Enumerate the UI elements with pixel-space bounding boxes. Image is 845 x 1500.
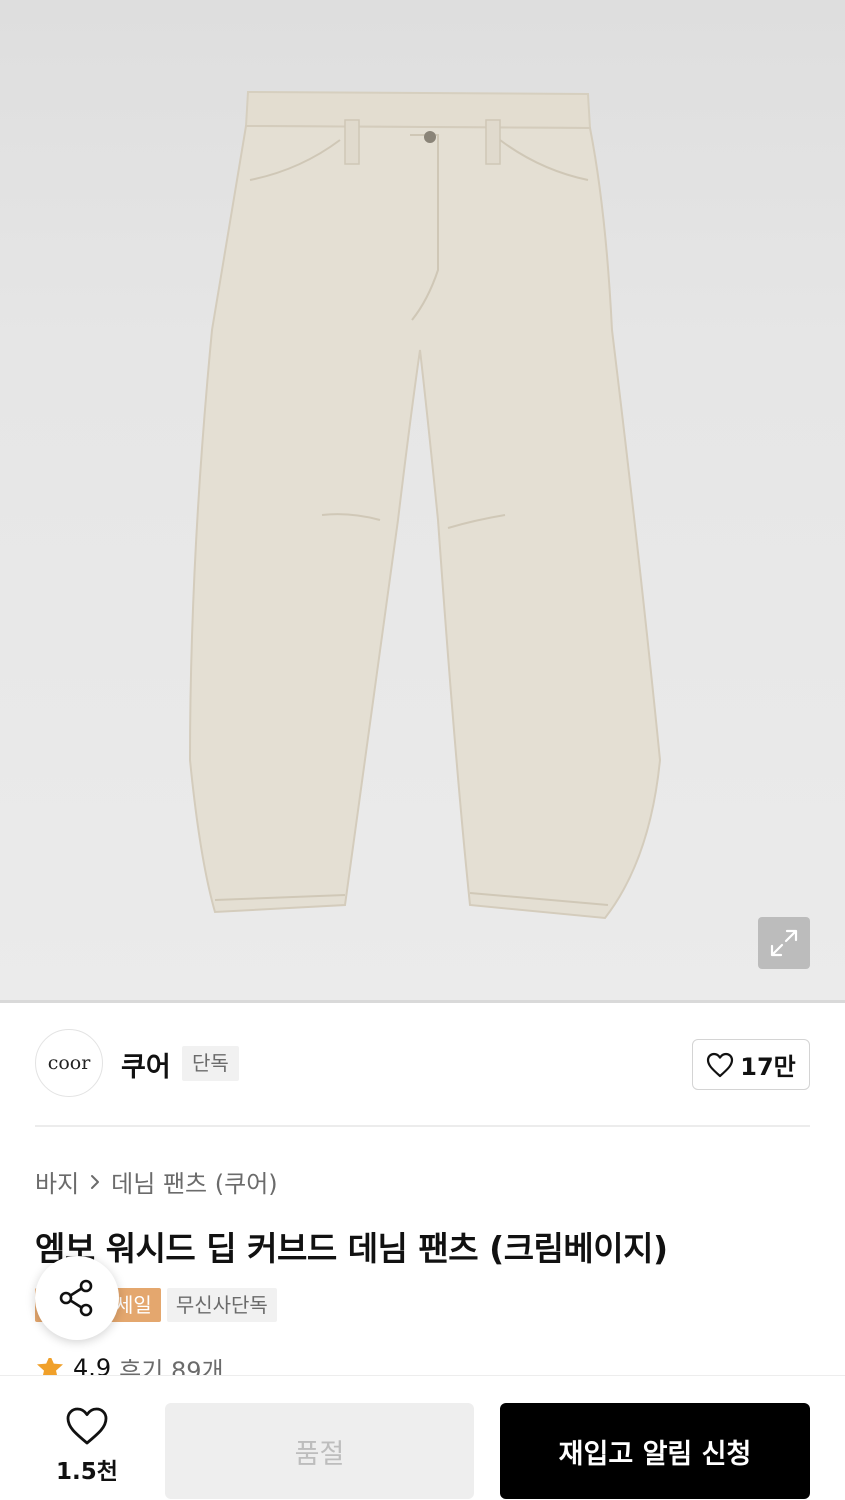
product-photo-pants <box>188 90 662 920</box>
bottom-action-bar: 1.5천 품절 재입고 알림 신청 <box>0 1375 845 1500</box>
brand-row: coor 쿠어 단독 17만 <box>35 1029 810 1099</box>
brand-logo[interactable]: coor <box>35 1029 103 1097</box>
brand-like-button[interactable]: 17만 <box>692 1039 810 1090</box>
brand-like-count: 17만 <box>740 1053 796 1081</box>
chevron-right-icon <box>91 1174 100 1189</box>
section-divider <box>35 1125 810 1127</box>
expand-icon <box>770 929 798 957</box>
product-title: 엠보 워시드 딥 커브드 데님 팬츠 (크림베이지) <box>35 1229 668 1268</box>
hero-divider <box>0 1000 845 1003</box>
breadcrumb-category[interactable]: 바지 <box>35 1164 79 1199</box>
share-button[interactable] <box>35 1256 119 1340</box>
wishlist-count: 1.5천 <box>56 1459 118 1485</box>
share-icon <box>59 1279 93 1317</box>
expand-image-button[interactable] <box>758 917 810 969</box>
brand-exclusive-badge: 단독 <box>182 1046 239 1081</box>
wishlist-button[interactable]: 1.5천 <box>52 1406 122 1486</box>
brand-name[interactable]: 쿠어 <box>121 1045 171 1084</box>
breadcrumb: 바지 데님 팬츠 (쿠어) <box>35 1164 278 1199</box>
breadcrumb-subcategory[interactable]: 데님 팬츠 (쿠어) <box>111 1164 277 1199</box>
restock-alert-button[interactable]: 재입고 알림 신청 <box>500 1403 810 1499</box>
soldout-button: 품절 <box>165 1403 474 1499</box>
musinsa-exclusive-tag: 무신사단독 <box>166 1288 277 1322</box>
heart-icon <box>66 1407 108 1445</box>
heart-icon <box>707 1052 734 1077</box>
product-image[interactable] <box>0 0 845 1002</box>
